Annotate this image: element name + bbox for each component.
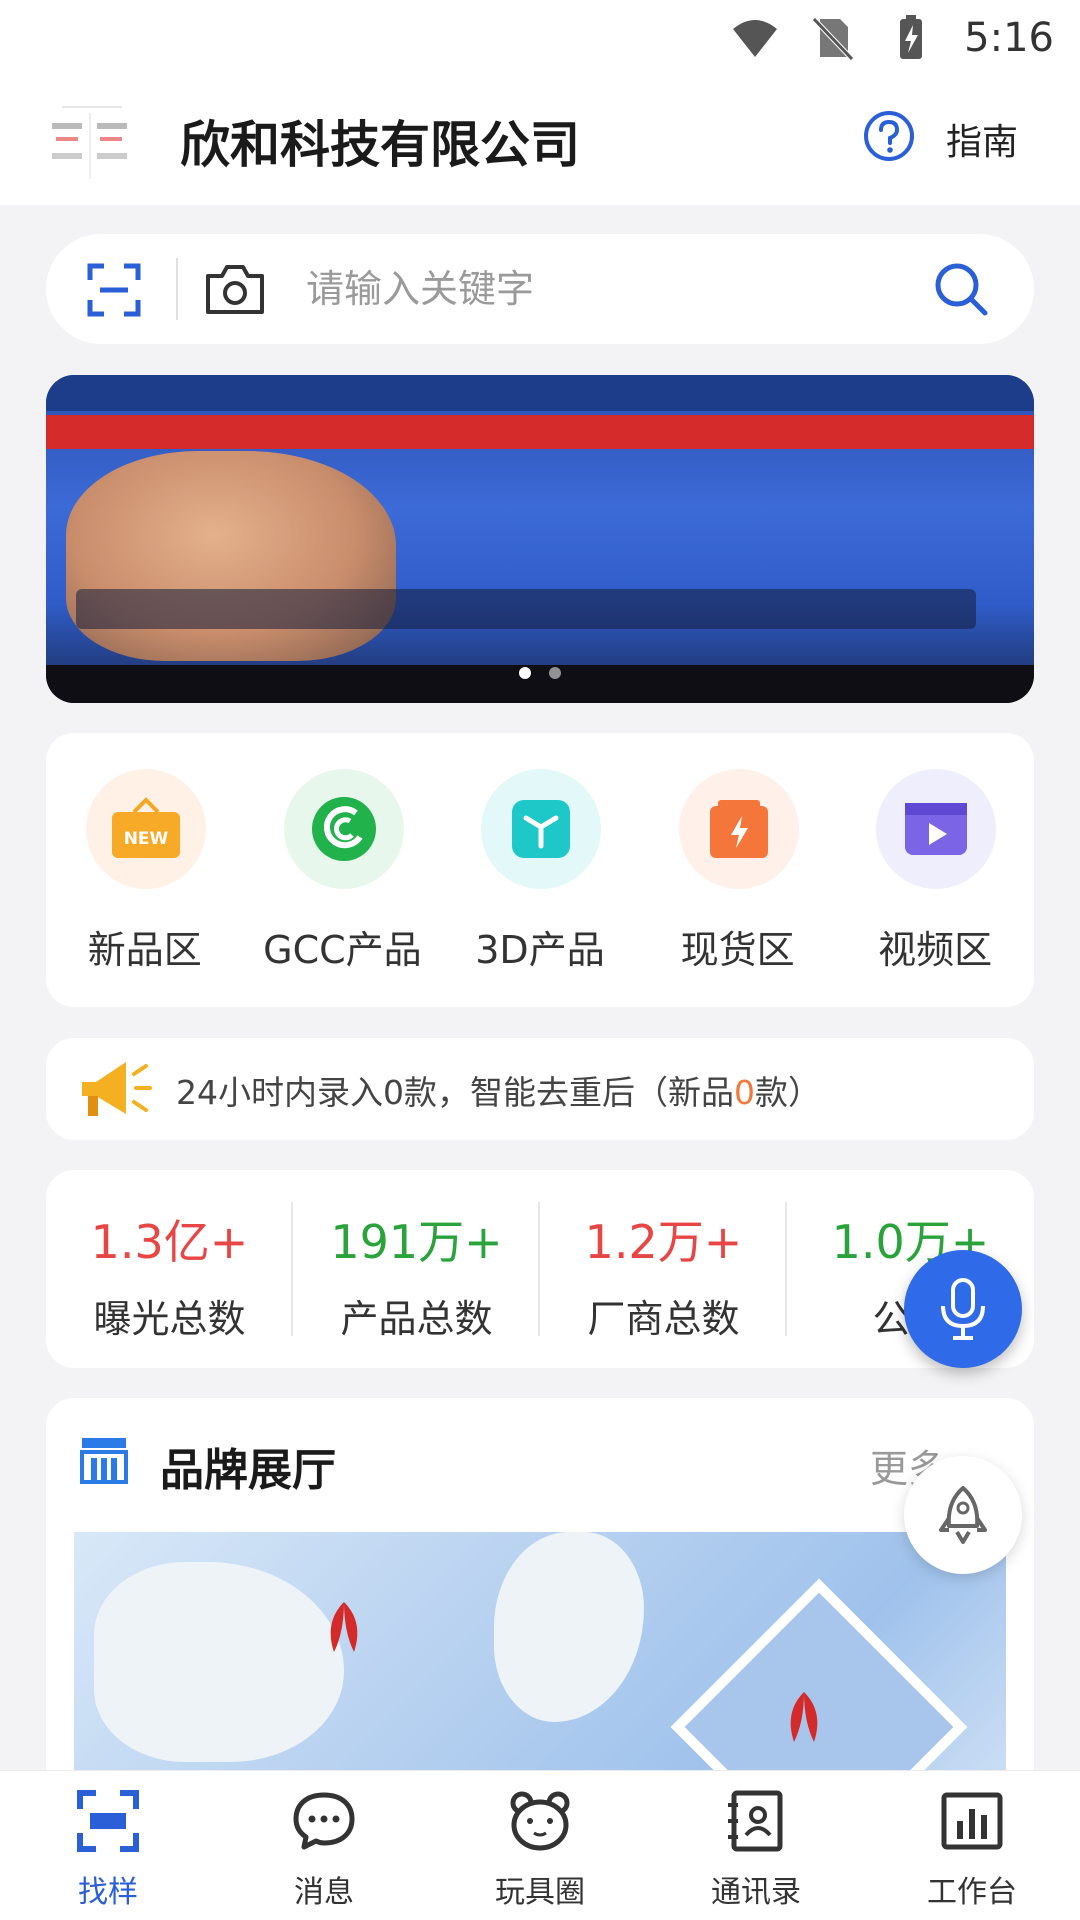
tab-messages[interactable]: 消息 [216,1771,432,1920]
category-label: 视频区 [878,928,993,972]
tab-label: 工作台 [927,1875,1017,1910]
category-label: 新品区 [87,928,202,972]
tab-find-samples[interactable]: 找样 [0,1771,216,1920]
map-landmass [494,1532,644,1722]
company-name: 欣和科技有限公司 [180,116,580,174]
tab-label: 玩具圈 [495,1875,585,1910]
category-stock[interactable]: 现货区 [639,733,837,1007]
stat-value: 191万+ [330,1215,503,1269]
video-icon [876,769,997,889]
rocket-button[interactable] [904,1456,1022,1574]
notice-bar[interactable]: 24小时内录入0款，智能去重后（新品0款） [46,1038,1034,1140]
company-logo[interactable] [42,93,138,189]
clock: 5:16 [964,14,1054,61]
app-header: 欣和科技有限公司 指南 [0,75,1080,205]
stat-manufacturers: 1.2万+ 厂商总数 [540,1170,787,1368]
stat-exposure: 1.3亿+ 曝光总数 [46,1170,293,1368]
banner-image-topbar [46,375,1034,411]
search-divider [176,258,178,320]
brand-logo-icon [330,1602,358,1652]
chat-bubble-icon [293,1792,355,1850]
stat-value: 1.2万+ [584,1215,743,1269]
tab-workbench[interactable]: 工作台 [864,1771,1080,1920]
stat-label: 曝光总数 [93,1297,246,1341]
bear-face-icon [510,1791,570,1851]
category-new[interactable]: NEW 新品区 [46,733,244,1007]
microphone-icon [941,1278,985,1340]
banner-dot [549,667,561,679]
tab-label: 通讯录 [711,1875,801,1910]
stat-value: 1.3亿+ [90,1215,249,1269]
cube-icon [481,769,602,889]
bolt-box-icon [678,769,799,889]
wifi-icon [733,19,778,57]
banner-image-caption [76,589,976,629]
help-question-icon[interactable] [862,109,916,163]
search-icon[interactable] [932,260,990,318]
search-bar [46,234,1034,344]
banner-pagination [46,667,1034,679]
bottom-tab-bar: 找样 消息 玩具圈 通讯录 工作台 [0,1770,1080,1920]
brand-hall-title: 品牌展厅 [160,1445,336,1496]
bar-chart-icon [941,1792,1003,1850]
scan-frame-icon [77,1790,139,1852]
scan-icon[interactable] [86,262,142,318]
brand-logo-icon [790,1692,818,1742]
camera-icon[interactable] [204,260,266,318]
category-gcc[interactable]: GCC产品 [244,733,442,1007]
banner-dot [519,667,531,679]
category-label: 3D产品 [475,928,605,972]
stat-label: 产品总数 [340,1297,493,1341]
category-label: 现货区 [680,928,795,972]
new-bag-icon: NEW [86,769,206,889]
stats-panel: 1.3亿+ 曝光总数 191万+ 产品总数 1.2万+ 厂商总数 1.0万+ 公… [46,1170,1034,1368]
category-label: GCC产品 [263,928,422,972]
category-video[interactable]: 视频区 [836,733,1034,1007]
status-bar: 5:16 [0,0,1080,75]
guide-link[interactable]: 指南 [946,113,1018,165]
stat-label: 厂商总数 [587,1297,740,1341]
rocket-icon [939,1486,987,1544]
voice-search-button[interactable] [904,1250,1022,1368]
tab-contacts[interactable]: 通讯录 [648,1771,864,1920]
battery-charging-icon [900,14,923,59]
banner-image-photo [66,451,396,661]
no-sim-icon [812,16,854,61]
category-grid: NEW 新品区 GCC产品 3D产品 现货区 视频区 [46,733,1034,1007]
banner-image-headline [46,415,1034,449]
contacts-book-icon [728,1790,783,1852]
svg-text:NEW: NEW [124,829,169,849]
tab-toy-circle[interactable]: 玩具圈 [432,1771,648,1920]
promo-banner[interactable] [46,375,1034,703]
tab-label: 消息 [294,1875,354,1910]
stat-products: 191万+ 产品总数 [293,1170,540,1368]
notice-count: 0 [734,1073,755,1112]
tab-label: 找样 [78,1875,138,1910]
gcc-icon [283,769,404,889]
megaphone-icon [82,1062,152,1116]
building-icon [80,1438,128,1484]
category-3d[interactable]: 3D产品 [441,733,639,1007]
notice-text: 24小时内录入0款，智能去重后（新品0款） [176,1073,821,1112]
search-input[interactable] [306,260,906,318]
